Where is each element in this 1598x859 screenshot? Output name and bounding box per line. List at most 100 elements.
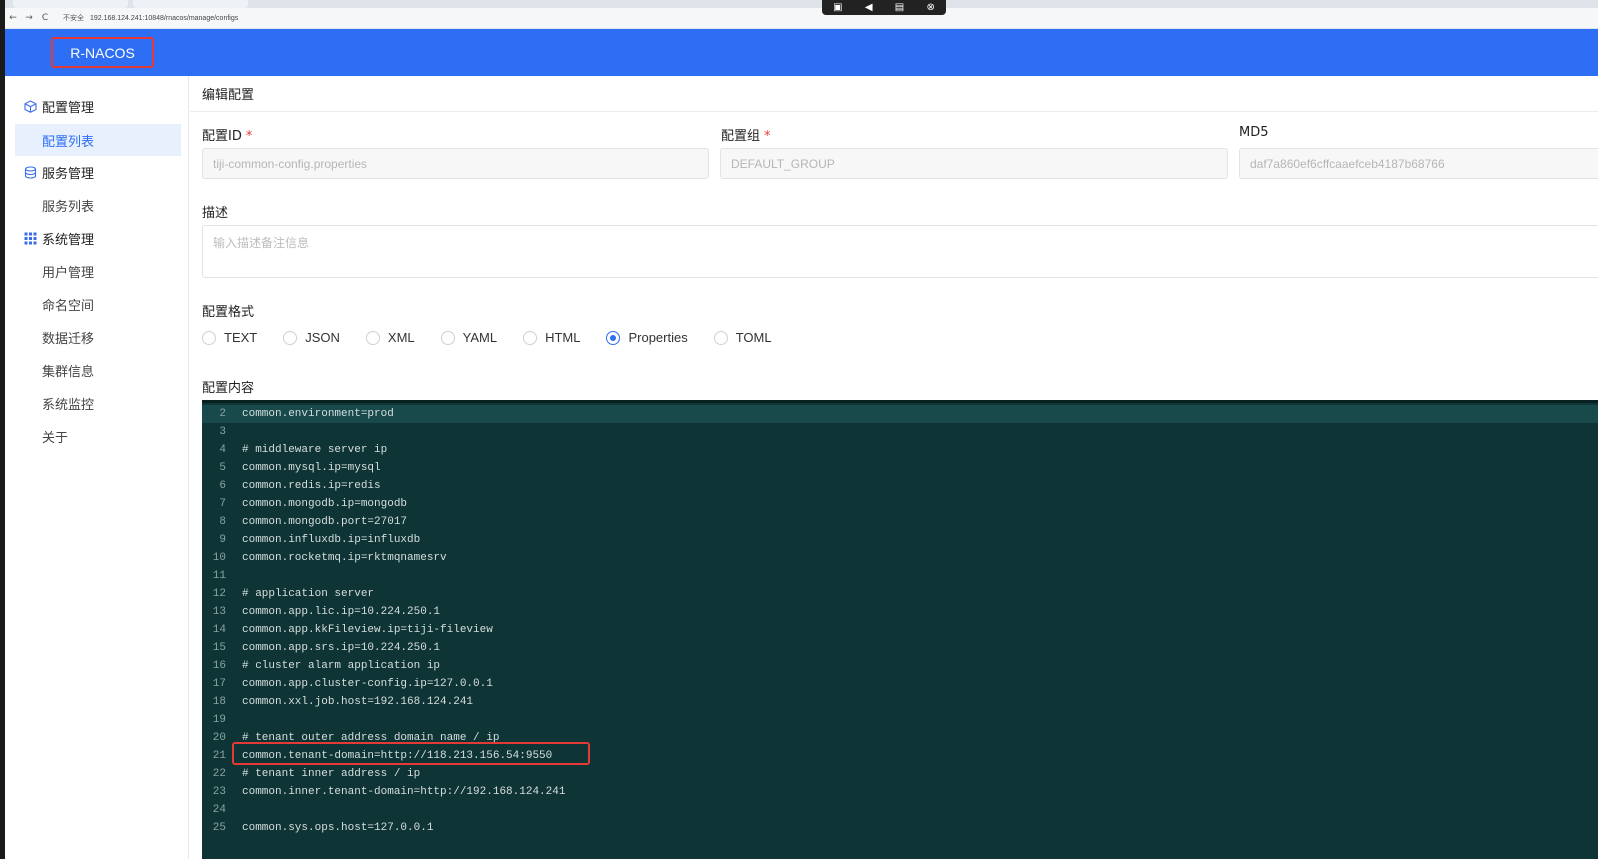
code-line[interactable]: 17 common.app.cluster-config.ip=127.0.0.1 bbox=[202, 675, 1598, 693]
code-text: common.environment=prod bbox=[242, 408, 394, 420]
md5-field[interactable]: daf7a860ef6cffcaaefceb4187b68766 bbox=[1239, 148, 1598, 179]
send-icon[interactable]: ◀ bbox=[865, 2, 873, 13]
radio-circle-checked bbox=[606, 330, 621, 345]
line-number: 10 bbox=[212, 552, 226, 564]
line-number: 7 bbox=[219, 498, 226, 510]
required-mark: * bbox=[245, 129, 253, 144]
line-number: 13 bbox=[212, 606, 226, 618]
code-line[interactable]: 11 bbox=[202, 567, 1598, 585]
code-line[interactable]: 18 common.xxl.job.host=192.168.124.241 bbox=[202, 693, 1598, 711]
code-line[interactable]: 2 common.environment=prod bbox=[202, 405, 1598, 423]
line-number: 15 bbox=[212, 642, 226, 654]
window-icon[interactable]: ▤ bbox=[895, 2, 904, 13]
code-text: # tenant inner address / ip bbox=[242, 768, 421, 780]
code-line[interactable]: 25 common.sys.ops.host=127.0.0.1 bbox=[202, 819, 1598, 837]
browser-tab-active[interactable] bbox=[133, 0, 248, 8]
sidebar-item-config-list[interactable]: 配置列表 bbox=[15, 124, 181, 156]
close-icon[interactable]: ⊗ bbox=[926, 2, 934, 13]
sidebar-item-about[interactable]: 关于 bbox=[15, 420, 181, 452]
format-option-label: XML bbox=[387, 330, 415, 345]
line-number: 20 bbox=[212, 732, 226, 744]
config-group-label: 配置组 * bbox=[721, 125, 771, 144]
sidebar: 配置管理 配置列表 服务管理 服务列表 系统管理 用户管理 命名空间 数据迁移 … bbox=[5, 76, 189, 859]
code-line[interactable]: 3 bbox=[202, 423, 1598, 441]
line-number: 22 bbox=[212, 768, 226, 780]
sidebar-group-system[interactable]: 系统管理 bbox=[24, 225, 94, 251]
content-label: 配置内容 bbox=[202, 381, 255, 396]
forward-icon[interactable]: → bbox=[21, 13, 37, 23]
code-line[interactable]: 7 common.mongodb.ip=mongodb bbox=[202, 495, 1598, 513]
sidebar-item-data-migration[interactable]: 数据迁移 bbox=[15, 321, 181, 353]
description-textarea[interactable]: 输入描述备注信息 bbox=[202, 225, 1598, 278]
code-line[interactable]: 8 common.mongodb.port=27017 bbox=[202, 513, 1598, 531]
code-text: common.mysql.ip=mysql bbox=[242, 462, 381, 474]
apps-grid-icon bbox=[24, 232, 37, 245]
format-label: 配置格式 bbox=[202, 305, 255, 320]
format-option-html[interactable]: HTML bbox=[523, 330, 580, 345]
url-field[interactable]: 不安全 192.168.124.241:10848/rnacos/manage/… bbox=[63, 13, 238, 23]
url-text: 192.168.124.241:10848/rnacos/manage/conf… bbox=[89, 15, 239, 22]
code-line[interactable]: 23 common.inner.tenant-domain=http://192.… bbox=[202, 783, 1598, 801]
sidebar-group-label: 系统管理 bbox=[42, 232, 95, 248]
line-number: 25 bbox=[212, 822, 226, 834]
line-number: 18 bbox=[212, 696, 226, 708]
code-line[interactable]: 4 # middleware server ip bbox=[202, 441, 1598, 459]
sidebar-item-service-list[interactable]: 服务列表 bbox=[15, 189, 181, 221]
format-radio-group: TEXT JSON XML YAML HTML Properties TOML bbox=[202, 330, 798, 345]
md5-label: MD5 bbox=[1239, 125, 1269, 140]
page-title: 编辑配置 bbox=[190, 76, 1598, 112]
code-line[interactable]: 10 common.rocketmq.ip=rktmqnamesrv bbox=[202, 549, 1598, 567]
format-option-text[interactable]: TEXT bbox=[202, 330, 257, 345]
format-option-xml[interactable]: XML bbox=[365, 330, 415, 345]
code-line[interactable]: 13 common.app.lic.ip=10.224.250.1 bbox=[202, 603, 1598, 621]
code-text: common.inner.tenant-domain=http://192.16… bbox=[242, 786, 566, 798]
browser-tab[interactable] bbox=[13, 0, 128, 8]
sidebar-group-service[interactable]: 服务管理 bbox=[24, 159, 94, 185]
browser-address-bar: ← → C 不安全 192.168.124.241:10848/rnacos/m… bbox=[5, 8, 1598, 29]
line-number: 16 bbox=[212, 660, 226, 672]
app-logo[interactable]: R-NACOS bbox=[51, 37, 154, 68]
sidebar-item-users[interactable]: 用户管理 bbox=[15, 255, 181, 287]
line-number: 5 bbox=[219, 462, 226, 474]
code-text: common.app.cluster-config.ip=127.0.0.1 bbox=[242, 678, 493, 690]
code-text: common.sys.ops.host=127.0.0.1 bbox=[242, 822, 434, 834]
code-text: common.xxl.job.host=192.168.124.241 bbox=[242, 696, 474, 708]
code-line[interactable]: 24 bbox=[202, 801, 1598, 819]
format-option-yaml[interactable]: YAML bbox=[440, 330, 498, 345]
description-label: 描述 bbox=[202, 206, 229, 221]
sidebar-item-namespaces[interactable]: 命名空间 bbox=[15, 288, 181, 320]
line-number: 11 bbox=[212, 570, 226, 582]
code-line[interactable]: 19 bbox=[202, 711, 1598, 729]
code-line[interactable]: 12 # application server bbox=[202, 585, 1598, 603]
code-line[interactable]: 22 # tenant inner address / ip bbox=[202, 765, 1598, 783]
code-line[interactable]: 15 common.app.srs.ip=10.224.250.1 bbox=[202, 639, 1598, 657]
line-number: 19 bbox=[212, 714, 226, 726]
code-line[interactable]: 6 common.redis.ip=redis bbox=[202, 477, 1598, 495]
format-option-label: YAML bbox=[462, 330, 498, 345]
config-id-label-text: 配置ID bbox=[202, 129, 242, 144]
format-option-properties[interactable]: Properties bbox=[606, 330, 688, 345]
line-number: 4 bbox=[219, 444, 226, 456]
security-label[interactable]: 不安全 bbox=[63, 15, 84, 22]
code-line[interactable]: 14 common.app.kkFileview.ip=tiji-fileview bbox=[202, 621, 1598, 639]
back-icon[interactable]: ← bbox=[5, 13, 21, 23]
format-option-json[interactable]: JSON bbox=[283, 330, 340, 345]
sidebar-group-label: 服务管理 bbox=[42, 166, 95, 182]
code-line[interactable]: 9 common.influxdb.ip=influxdb bbox=[202, 531, 1598, 549]
format-option-toml[interactable]: TOML bbox=[713, 330, 772, 345]
radio-circle bbox=[202, 330, 216, 345]
code-line[interactable]: 16 # cluster alarm application ip bbox=[202, 657, 1598, 675]
code-editor[interactable]: 2 common.environment=prod 3 4 # middleware s… bbox=[202, 400, 1598, 859]
code-line[interactable]: 5 common.mysql.ip=mysql bbox=[202, 459, 1598, 477]
sidebar-group-config[interactable]: 配置管理 bbox=[24, 93, 94, 119]
sidebar-item-monitor[interactable]: 系统监控 bbox=[15, 387, 181, 419]
code-text: common.mongodb.ip=mongodb bbox=[242, 498, 408, 510]
line-number: 23 bbox=[212, 786, 226, 798]
config-id-field[interactable]: tiji-common-config.properties bbox=[202, 148, 709, 179]
annotation-highlight-box bbox=[232, 742, 590, 765]
code-text: common.influxdb.ip=influxdb bbox=[242, 534, 421, 546]
sidebar-item-cluster-info[interactable]: 集群信息 bbox=[15, 354, 181, 386]
reload-icon[interactable]: C bbox=[37, 13, 53, 23]
config-group-field[interactable]: DEFAULT_GROUP bbox=[720, 148, 1228, 179]
screenshot-icon[interactable]: ▣ bbox=[833, 2, 842, 13]
